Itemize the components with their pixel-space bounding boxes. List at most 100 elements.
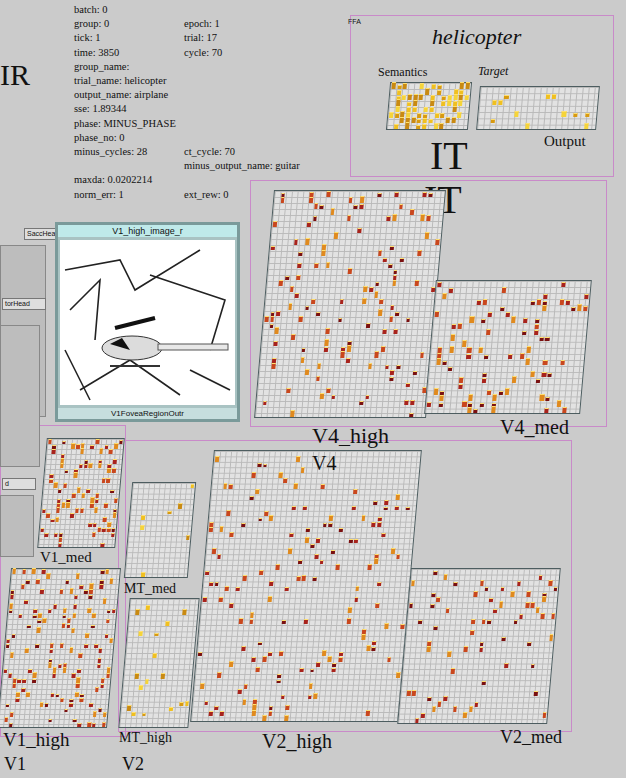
unit[interactable] [378,250,382,256]
unit[interactable] [298,316,302,322]
unit[interactable] [447,651,451,657]
unit[interactable] [310,544,314,548]
unit[interactable] [229,484,233,489]
unit[interactable] [54,533,58,537]
unit[interactable] [209,711,213,716]
unit[interactable] [50,693,54,697]
unit[interactable] [483,299,488,305]
unit[interactable] [438,403,442,407]
unit[interactable] [212,548,216,553]
unit[interactable] [439,123,444,129]
unit[interactable] [40,589,44,594]
unit[interactable] [242,523,246,527]
unit[interactable] [392,214,397,220]
unit[interactable] [141,515,145,519]
unit[interactable] [279,280,283,286]
unit[interactable] [244,684,248,689]
unit[interactable] [64,470,68,473]
unit[interactable] [58,489,62,493]
unit[interactable] [463,712,467,718]
unit[interactable] [74,472,78,478]
unit[interactable] [10,590,14,594]
unit[interactable] [72,673,76,678]
unit[interactable] [273,221,277,227]
unit[interactable] [69,703,73,707]
unit[interactable] [536,607,540,613]
unit[interactable] [340,351,344,357]
unit[interactable] [77,487,81,493]
unit[interactable] [107,528,111,533]
unit[interactable] [359,204,363,209]
unit[interactable] [310,669,314,673]
unit[interactable] [299,668,303,673]
unit[interactable] [88,523,92,527]
unit[interactable] [4,669,8,673]
unit[interactable] [63,608,67,614]
unit[interactable] [534,324,539,329]
unit[interactable] [332,663,336,667]
unit[interactable] [339,528,343,532]
unit[interactable] [70,513,74,517]
unit[interactable] [223,483,227,489]
unit[interactable] [308,695,312,699]
unit[interactable] [321,250,326,257]
unit[interactable] [255,489,259,495]
unit[interactable] [103,517,107,522]
unit[interactable] [66,502,70,507]
unit[interactable] [396,554,400,559]
unit[interactable] [492,394,497,401]
unit[interactable] [557,400,562,407]
unit[interactable] [296,576,300,581]
unit[interactable] [24,600,28,604]
unit[interactable] [542,305,547,311]
unit[interactable] [105,634,109,638]
unit[interactable] [42,509,46,513]
unit[interactable] [470,316,475,323]
unit[interactable] [99,448,103,454]
unit[interactable] [396,99,401,106]
unit[interactable] [551,613,555,618]
unit[interactable] [545,408,550,413]
unit[interactable] [375,282,379,286]
unit[interactable] [9,603,13,609]
unit[interactable] [109,449,113,454]
unit[interactable] [334,232,339,238]
unit[interactable] [8,673,12,677]
unit[interactable] [48,609,52,613]
unit[interactable] [458,377,463,383]
unit[interactable] [540,394,545,401]
unit[interactable] [413,371,417,375]
unit[interactable] [462,401,467,407]
unit[interactable] [32,568,36,574]
unit[interactable] [482,681,486,685]
unit[interactable] [60,698,64,703]
unit[interactable] [313,693,317,699]
unit[interactable] [374,558,378,564]
unit[interactable] [238,689,242,694]
unit[interactable] [101,570,105,574]
unit[interactable] [442,293,447,299]
unit[interactable] [384,507,388,510]
unit[interactable] [276,564,280,570]
unit[interactable] [500,307,505,311]
unit[interactable] [571,307,576,311]
unit[interactable] [447,100,451,106]
unit[interactable] [448,288,453,293]
unit[interactable] [84,590,88,594]
unit[interactable] [400,258,404,262]
unit[interactable] [6,644,10,648]
unit[interactable] [279,651,283,656]
unit[interactable] [76,573,80,579]
unit[interactable] [390,246,394,250]
unit[interactable] [374,501,378,505]
unit[interactable] [339,652,343,656]
unit[interactable] [36,627,40,633]
unit[interactable] [98,708,102,712]
unit[interactable] [348,607,352,613]
unit[interactable] [437,85,441,89]
unit[interactable] [70,699,74,703]
unit[interactable] [330,208,335,215]
unit[interactable] [269,324,273,328]
unit[interactable] [511,316,516,323]
unit[interactable] [372,522,376,527]
